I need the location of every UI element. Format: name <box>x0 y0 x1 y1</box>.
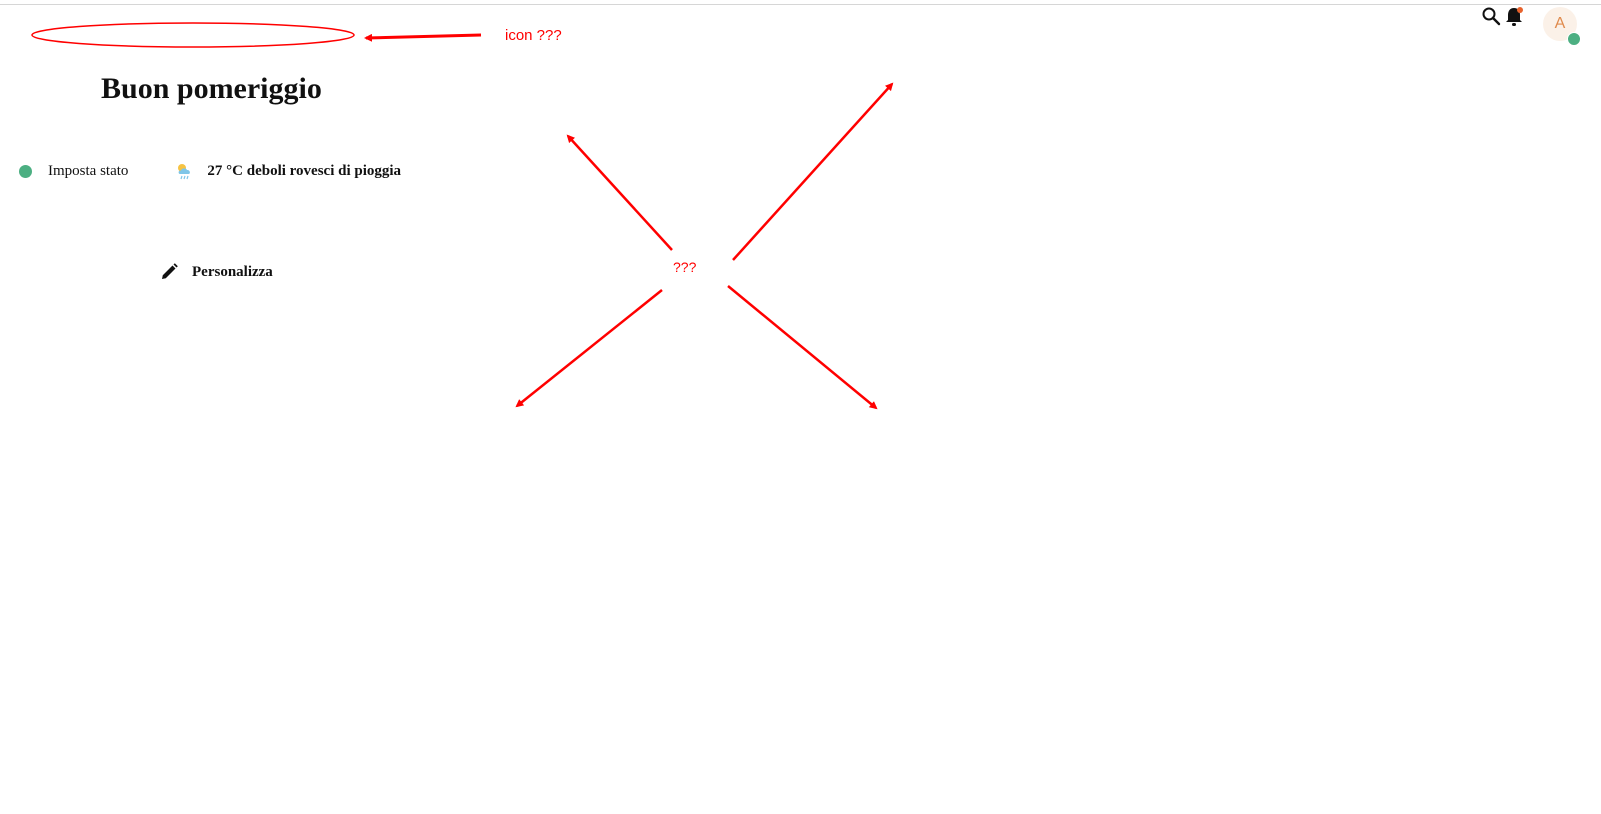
header-actions: A <box>1461 4 1601 46</box>
annotation-arrow-top-right <box>732 82 894 261</box>
annotation-arrow-to-ellipse <box>364 33 482 42</box>
weather-summary: 27 °C deboli rovesci di pioggia <box>207 162 402 179</box>
annotation-arrow-bottom-left <box>515 289 663 408</box>
status-weather-row: Imposta stato 27 °C deboli rovesci di pi… <box>19 160 401 182</box>
avatar-online-status <box>1567 32 1581 46</box>
search-button[interactable] <box>1481 6 1501 26</box>
annotation-center-note: ??? <box>673 259 697 275</box>
pencil-icon <box>162 263 178 279</box>
search-icon <box>1482 7 1501 26</box>
cloud-rain-sun-icon <box>178 164 191 180</box>
annotation-ellipse <box>31 22 355 48</box>
customize-label: Personalizza <box>192 263 273 280</box>
set-status-button[interactable]: Imposta stato <box>48 163 128 180</box>
notifications-button[interactable] <box>1503 6 1525 28</box>
customize-button[interactable]: Personalizza <box>160 263 273 281</box>
notification-badge <box>1517 7 1523 13</box>
status-indicator <box>19 164 32 178</box>
annotation-arrow-bottom-right <box>727 285 878 410</box>
annotation-icon-note: icon ??? <box>505 27 562 44</box>
annotation-overlay <box>31 22 894 410</box>
avatar-initial: A <box>1554 15 1566 32</box>
annotation-arrow-top-left <box>566 134 673 251</box>
greeting-title: Buon pomeriggio <box>101 72 322 105</box>
top-border <box>0 4 1601 5</box>
